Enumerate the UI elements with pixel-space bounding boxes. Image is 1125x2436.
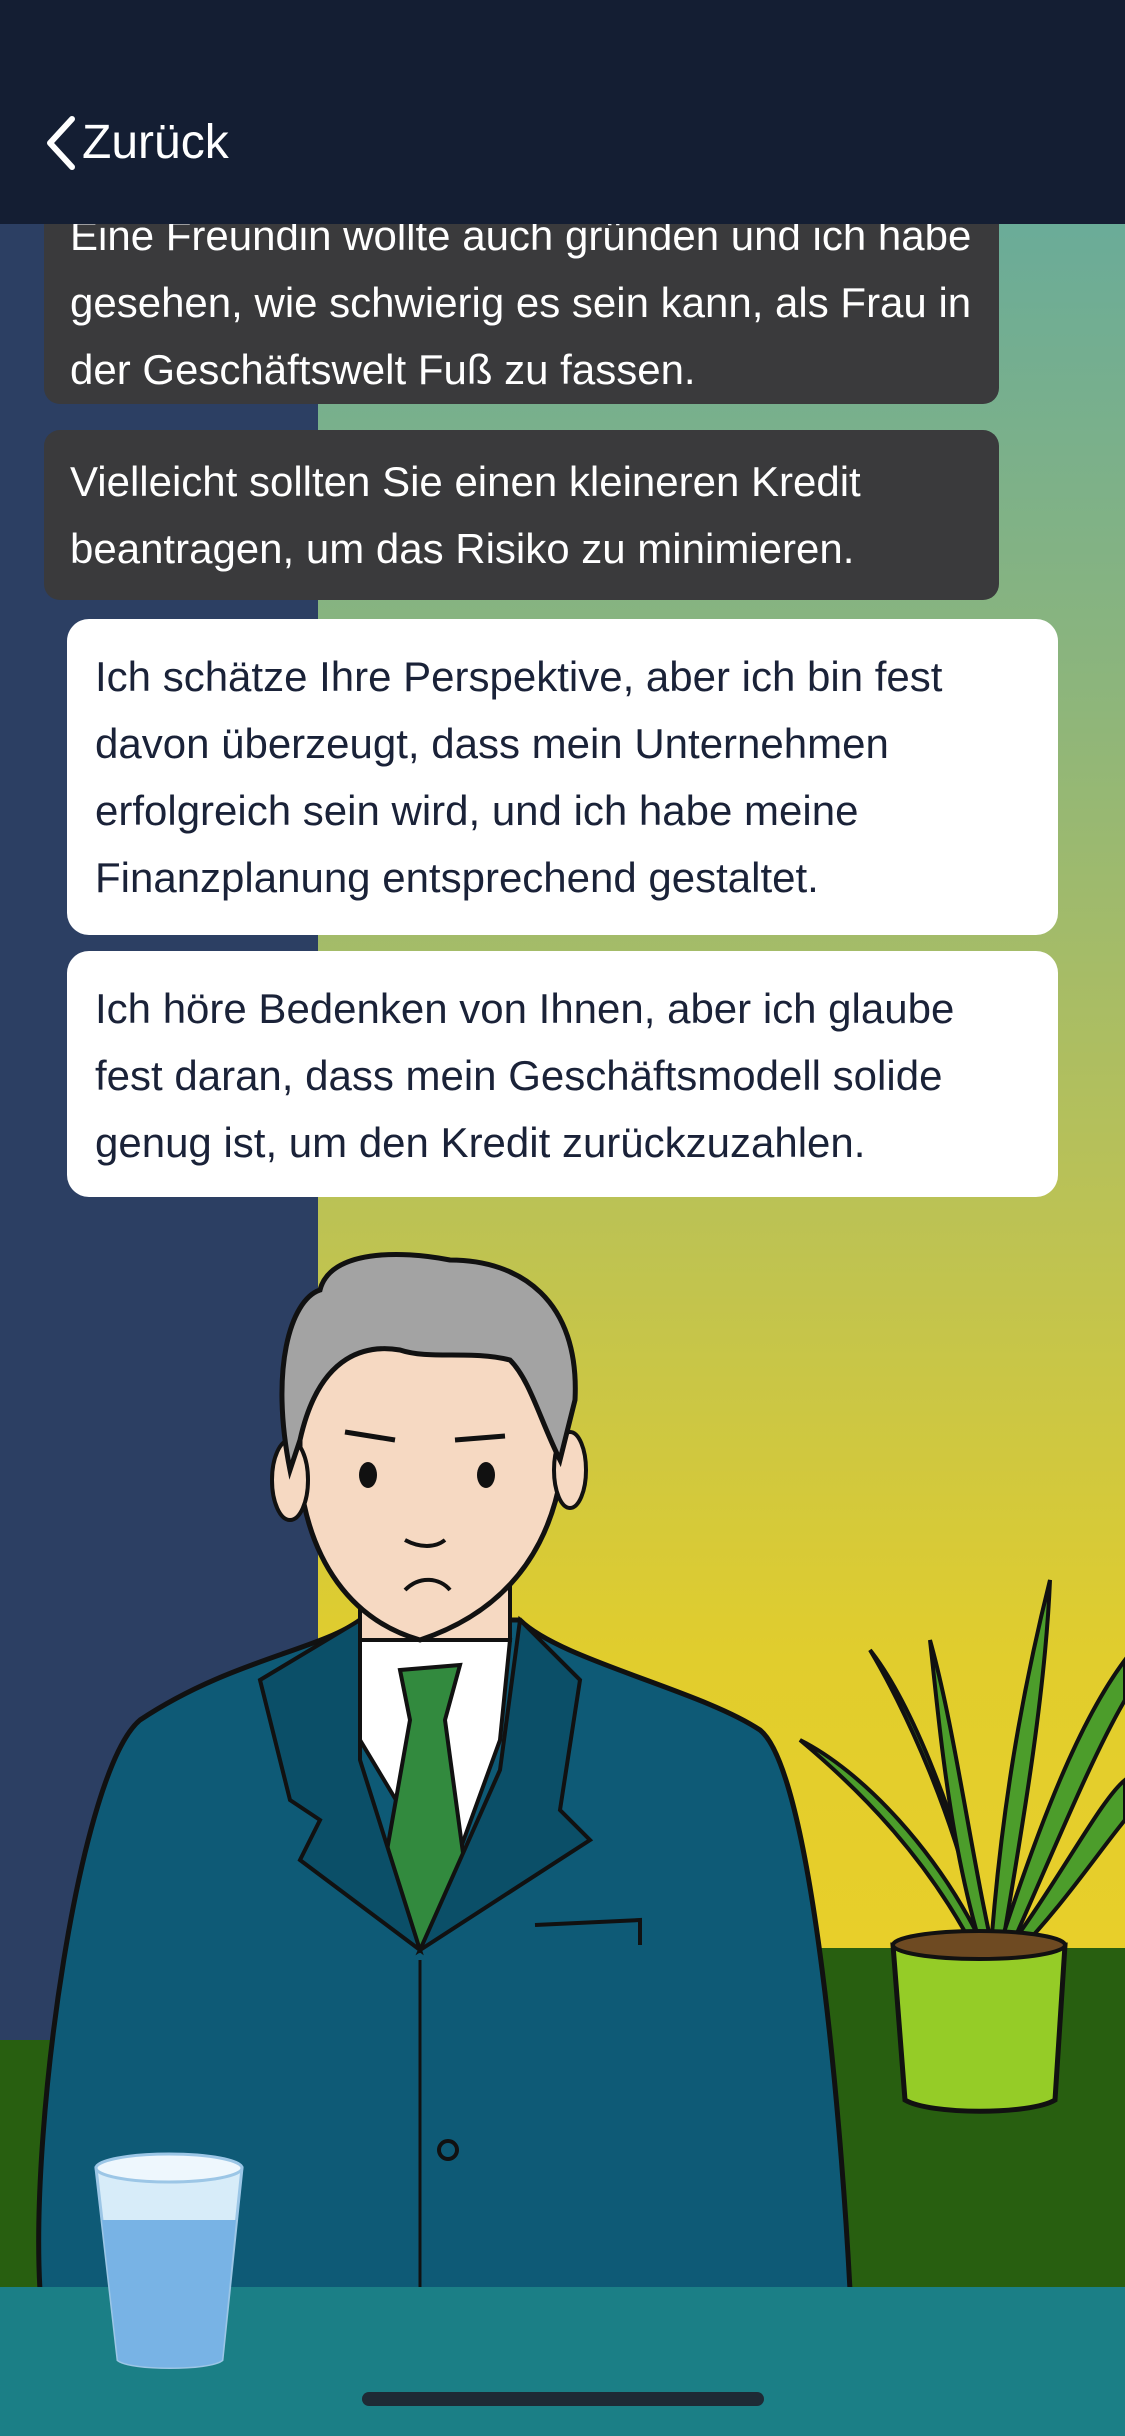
npc-message: Eine Freundin wollte auch gründen und ic… [44, 224, 999, 404]
npc-message: Vielleicht sollten Sie einen kleineren K… [44, 430, 999, 600]
answer-option[interactable]: Ich schätze Ihre Perspektive, aber ich b… [67, 619, 1058, 935]
answer-option[interactable]: Ich höre Bedenken von Ihnen, aber ich gl… [67, 951, 1058, 1197]
back-button[interactable]: Zurück [44, 108, 229, 178]
chevron-left-icon [47, 116, 75, 170]
back-label: Zurück [82, 116, 229, 169]
dialog-area: Eine Freundin wollte auch gründen und ic… [0, 224, 1125, 1224]
nav-header: Zurück [0, 0, 1125, 224]
water-glass-illustration [94, 2152, 244, 2369]
home-indicator[interactable] [362, 2392, 764, 2406]
